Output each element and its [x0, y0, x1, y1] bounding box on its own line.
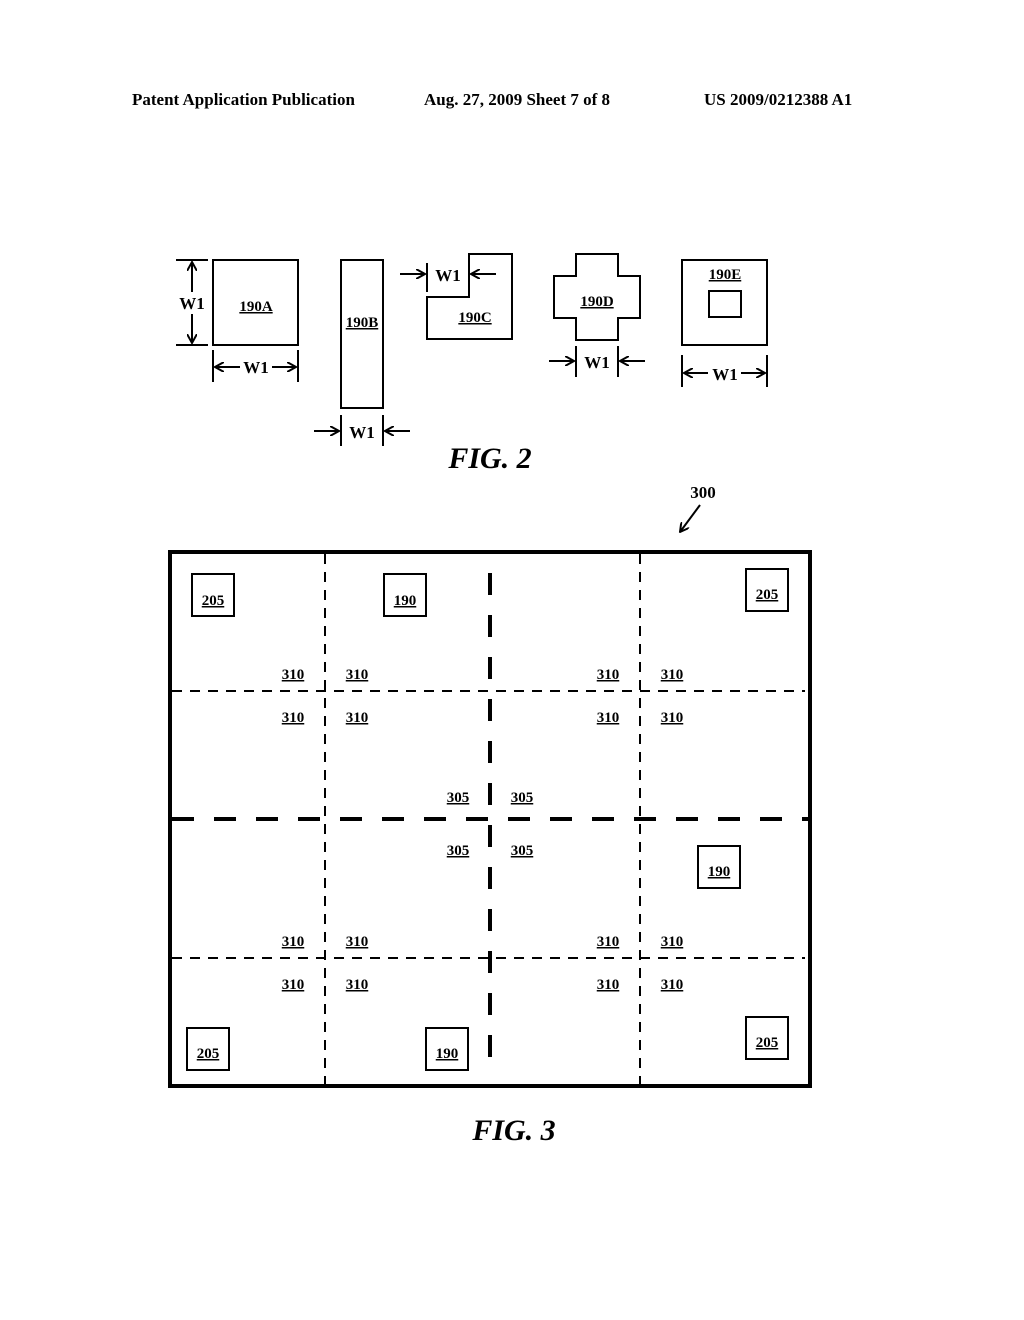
dim-label-w1: W1 — [584, 353, 610, 372]
patent-drawing: 190A 190B 190C 190D 190E W1 W1 W1 W1 W1 … — [168, 253, 812, 1147]
label-310: 310 — [282, 977, 305, 993]
reference-300: 300 — [690, 483, 716, 502]
label-310: 310 — [346, 934, 369, 950]
dim-label-w1: W1 — [435, 266, 461, 285]
pad-label: 205 — [197, 1046, 220, 1062]
label-310: 310 — [282, 667, 305, 683]
label-310: 310 — [661, 710, 684, 726]
pad-label: 205 — [202, 593, 225, 609]
label-310: 310 — [597, 667, 620, 683]
dim-label-w1: W1 — [349, 423, 375, 442]
pad-label: 205 — [756, 587, 779, 603]
label-310: 310 — [597, 934, 620, 950]
label-310: 310 — [346, 667, 369, 683]
pad-label: 205 — [756, 1035, 779, 1051]
pad-label: 190 — [436, 1046, 459, 1062]
label-310: 310 — [597, 977, 620, 993]
reference-arrow — [680, 504, 701, 532]
dim-label-w1: W1 — [179, 294, 205, 313]
label-310: 310 — [346, 710, 369, 726]
label-190a: 190A — [239, 299, 273, 315]
fig3-wafer — [168, 550, 812, 1088]
label-190e: 190E — [709, 267, 742, 283]
label-310: 310 — [597, 710, 620, 726]
label-190d: 190D — [580, 294, 614, 310]
label-305: 305 — [447, 843, 470, 859]
label-310: 310 — [346, 977, 369, 993]
shape-190e-hole — [708, 290, 742, 318]
dim-label-w1: W1 — [243, 358, 269, 377]
label-305: 305 — [511, 790, 534, 806]
fig2 — [176, 253, 768, 446]
label-190c: 190C — [458, 310, 491, 326]
label-305: 305 — [447, 790, 470, 806]
fig2-caption: FIG. 2 — [447, 442, 531, 475]
pad-label: 190 — [708, 864, 731, 880]
label-305: 305 — [511, 843, 534, 859]
label-190b: 190B — [346, 315, 379, 331]
label-310: 310 — [282, 710, 305, 726]
shape-190b-bar — [340, 259, 384, 409]
dim-label-w1: W1 — [712, 365, 738, 384]
fine-line-labels: 310 310 310 310 310 310 310 310 310 310 … — [282, 667, 684, 993]
pad-label: 190 — [394, 593, 417, 609]
fig3-caption: FIG. 3 — [471, 1114, 555, 1147]
label-310: 310 — [661, 977, 684, 993]
label-310: 310 — [282, 934, 305, 950]
label-310: 310 — [661, 934, 684, 950]
label-310: 310 — [661, 667, 684, 683]
